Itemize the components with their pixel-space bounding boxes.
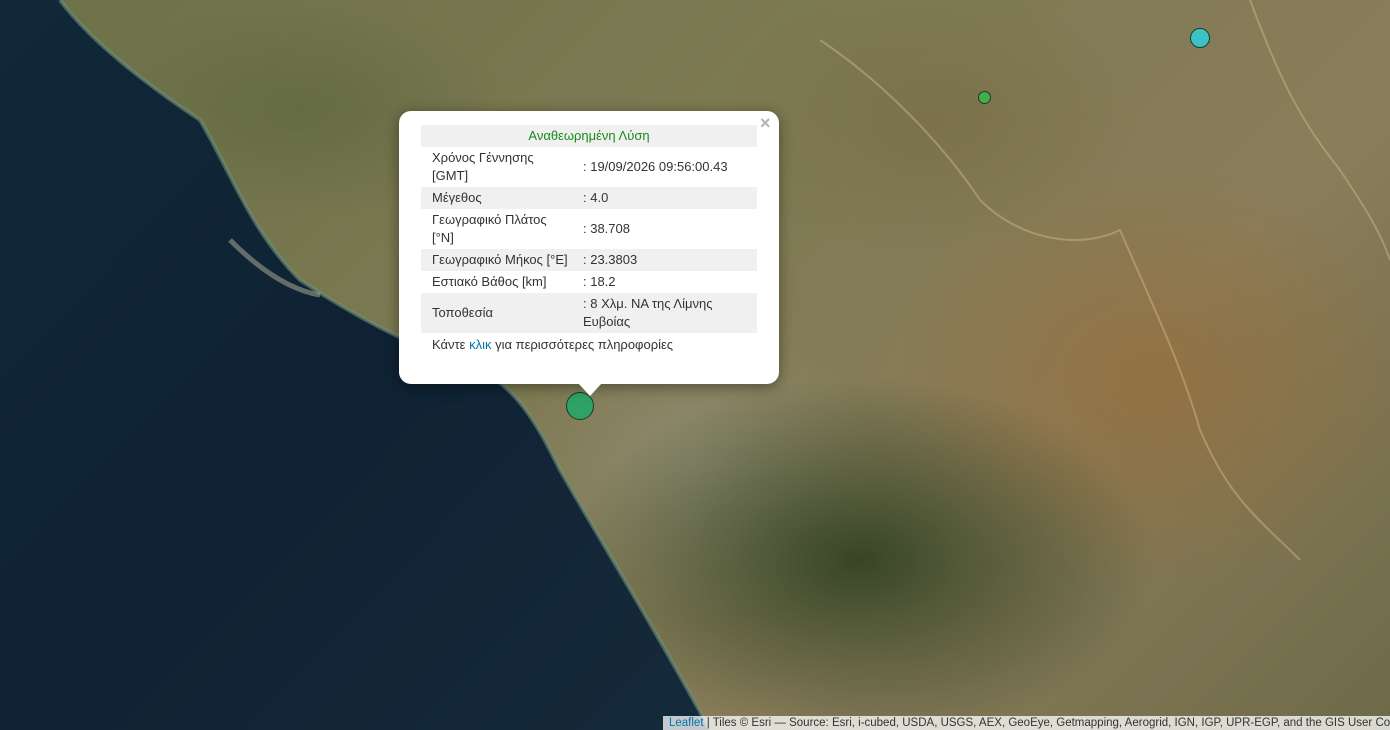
detail-row: Γεωγραφικό Πλάτος [°N] : 38.708	[421, 209, 757, 249]
popup-title: Αναθεωρημένη Λύση	[421, 125, 757, 147]
popup-close-button[interactable]: ×	[760, 114, 771, 132]
detail-row: Μέγεθος : 4.0	[421, 187, 757, 209]
earthquake-marker-selected[interactable]	[566, 392, 594, 420]
origin-time-value: : 19/09/2026 09:56:00.43	[583, 159, 728, 174]
longitude-label: Γεωγραφικό Μήκος [°E]	[421, 249, 572, 271]
earthquake-marker-cyan[interactable]	[1190, 28, 1210, 48]
magnitude-value: : 4.0	[572, 187, 757, 209]
popup-footer: Κάντε κλικ για περισσότερες πληροφορίες	[421, 333, 757, 354]
detail-row: Εστιακό Βάθος [km] : 18.2	[421, 271, 757, 293]
location-value: : 8 Χλμ. ΝΑ της Λίμνης Ευβοίας	[572, 293, 757, 333]
depth-value: : 18.2	[583, 274, 616, 289]
detail-row: Τοποθεσία : 8 Χλμ. ΝΑ της Λίμνης Ευβοίας	[421, 293, 757, 333]
map-attribution: Leaflet | Tiles © Esri — Source: Esri, i…	[663, 716, 1390, 730]
earthquake-marker-small[interactable]	[978, 91, 991, 104]
earthquake-details-table: Χρόνος Γέννησης [GMT] : 19/09/2026 09:56…	[421, 147, 757, 333]
origin-time-label: Χρόνος Γέννησης [GMT]	[432, 150, 534, 183]
popup-tip	[578, 383, 602, 396]
footer-text-post: για περισσότερες πληροφορίες	[491, 337, 674, 352]
latitude-value: : 38.708	[583, 221, 630, 236]
popup-content: Αναθεωρημένη Λύση Χρόνος Γέννησης [GMT] …	[421, 125, 757, 354]
location-label: Τοποθεσία	[421, 293, 572, 333]
detail-row: Χρόνος Γέννησης [GMT] : 19/09/2026 09:56…	[421, 147, 757, 187]
more-info-link[interactable]: κλικ	[469, 337, 491, 352]
magnitude-label: Μέγεθος	[421, 187, 572, 209]
detail-row: Γεωγραφικό Μήκος [°E] : 23.3803	[421, 249, 757, 271]
leaflet-link[interactable]: Leaflet	[669, 717, 704, 729]
footer-text-pre: Κάντε	[432, 337, 470, 352]
attribution-text: | Tiles © Esri — Source: Esri, i-cubed, …	[703, 717, 1390, 729]
longitude-value: : 23.3803	[572, 249, 757, 271]
depth-label: Εστιακό Βάθος [km]	[432, 274, 547, 289]
latitude-label: Γεωγραφικό Πλάτος [°N]	[432, 212, 547, 245]
